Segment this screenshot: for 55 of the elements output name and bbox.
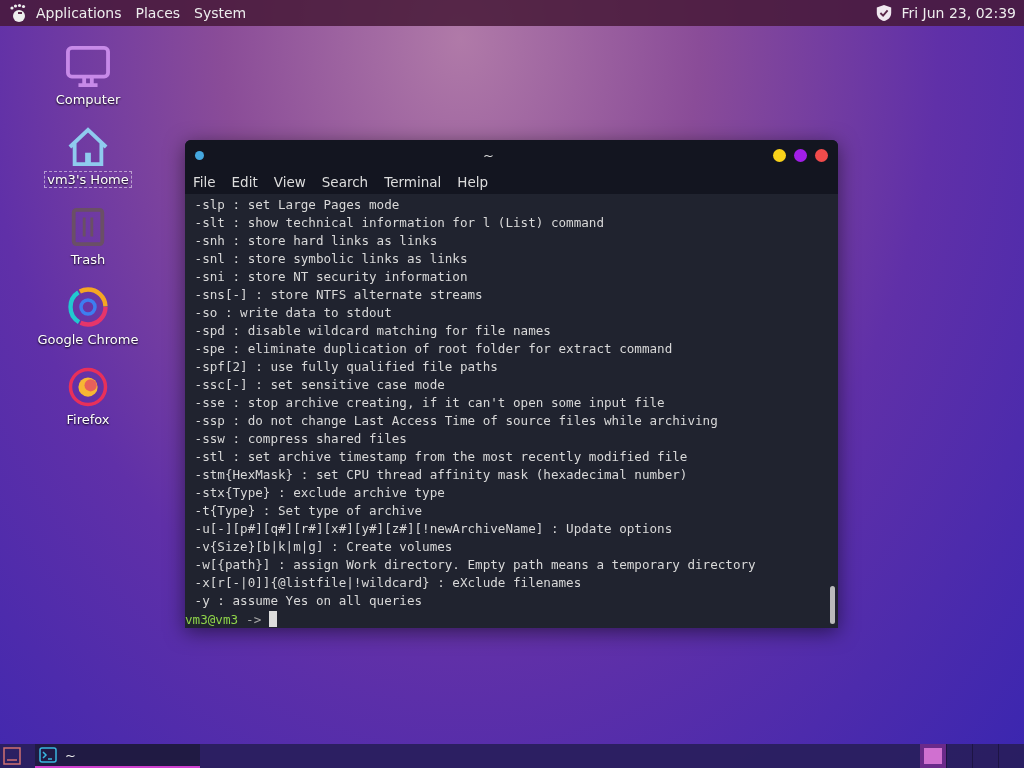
menu-item[interactable]: Edit (225, 174, 264, 190)
terminal-line: -snh : store hard links as links (193, 232, 439, 250)
terminal-line: -slp : set Large Pages mode (193, 196, 401, 214)
desktop-icon-label[interactable]: vm3's Home (45, 172, 131, 187)
menu-item[interactable]: Search (315, 174, 375, 190)
terminal-line: -ssp : do not change Last Access Time of source files while archiving (193, 412, 719, 430)
workspace-button[interactable] (920, 744, 946, 768)
terminal-line: -v{Size}[b|k|m|g] : Create volumes (193, 538, 454, 556)
text-cursor (269, 611, 278, 627)
desktop-icon-label[interactable]: Google Chrome (35, 332, 141, 347)
shield-check-icon[interactable] (875, 4, 894, 22)
terminal-line: -snl : store symbolic links as links (193, 250, 469, 268)
terminal-line: -t{Type} : Set type of archive (193, 502, 424, 520)
foot-icon[interactable] (8, 3, 28, 23)
maximize-button[interactable] (794, 148, 807, 162)
menu-item[interactable]: Terminal (378, 174, 448, 190)
menu-item[interactable]: Help (451, 174, 495, 190)
terminal-line: -sse : stop archive creating, if it can't open some input file (193, 394, 666, 412)
clock[interactable]: Fri Jun 23, 02:39 (901, 5, 1016, 21)
terminal-line: -spd : disable wildcard matching for file names (193, 322, 552, 340)
terminal-line: -w[{path}] : assign Work directory. Empty path means a temporary directory (193, 556, 757, 574)
menu-item[interactable]: View (267, 174, 312, 190)
panel-menu[interactable]: Applications (36, 5, 122, 21)
prompt-arrow: -> (246, 611, 262, 627)
terminal-line: -slt : show technical information for l (List) command (193, 214, 605, 232)
desktop-icon-label[interactable]: Computer (53, 92, 123, 107)
terminal-line: -sni : store NT security information (193, 268, 469, 286)
terminal-line: -x[r[-|0]]{@listfile|!wildcard} : eXclude filenames (193, 574, 583, 592)
close-button[interactable] (815, 148, 828, 162)
show-desktop-icon[interactable] (3, 747, 21, 765)
terminal-line: -y : assume Yes on all queries (193, 592, 424, 610)
terminal-line: -stl : set archive timestamp from the most recently modified file (193, 448, 689, 466)
terminal-icon (39, 747, 57, 763)
monitor-icon[interactable] (65, 46, 111, 88)
taskbar-task[interactable]: ~ (35, 744, 200, 768)
panel-menu[interactable]: System (194, 5, 247, 21)
window-dot-icon[interactable] (195, 150, 204, 160)
terminal-line: -spf[2] : use fully qualified file paths (193, 358, 499, 376)
terminal-line: -stm{HexMask} : set CPU thread affinity mask (hexadecimal number) (193, 466, 689, 484)
terminal-line: -ssc[-] : set sensitive case mode (193, 376, 446, 394)
terminal-line: -spe : eliminate duplication of root folder for extract command (193, 340, 674, 358)
menu-item[interactable]: File (187, 174, 222, 190)
minimize-button[interactable] (773, 148, 786, 162)
chrome-ring-icon[interactable] (65, 286, 111, 328)
terminal-line: -so : write data to stdout (193, 304, 393, 322)
prompt-user: vm3@vm3 (185, 611, 239, 627)
scrollbar-thumb[interactable] (830, 586, 835, 624)
window-title: ~ (482, 147, 495, 163)
terminal-line: -ssw : compress shared files (193, 430, 408, 448)
terminal-line: -stx{Type} : exclude archive type (193, 484, 446, 502)
desktop-icon-label[interactable]: Firefox (64, 412, 112, 427)
panel-menu[interactable]: Places (135, 5, 181, 21)
terminal-line: -u[-][p#][q#][r#][x#][y#][z#][!newArchiveName] : Update options (193, 520, 674, 538)
desktop-icon-label[interactable]: Trash (68, 252, 108, 267)
terminal-line: -sns[-] : store NTFS alternate streams (193, 286, 484, 304)
